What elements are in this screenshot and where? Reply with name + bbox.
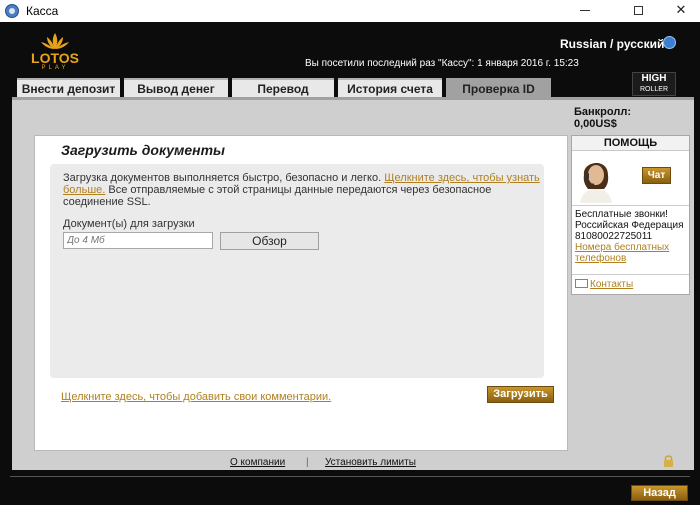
upload-documents-section: Загрузить документы Загрузка документов … xyxy=(34,135,568,451)
help-box: ПОМОЩЬ Чат Бесплатные звонки! Российская… xyxy=(571,135,690,295)
close-button[interactable]: ✕ xyxy=(658,0,700,22)
footer-links: О компании | Установить лимиты xyxy=(12,457,694,469)
bankroll-display: Банкролл: 0,00US$ xyxy=(574,106,631,130)
lotos-logo: LOTOS PLAY xyxy=(30,32,80,72)
contacts-link[interactable]: Контакты xyxy=(575,279,633,290)
close-icon: ✕ xyxy=(675,2,687,17)
add-comment-link[interactable]: Щелкните здесь, чтобы добавить свои комм… xyxy=(61,391,331,403)
help-title: ПОМОЩЬ xyxy=(572,136,689,151)
window-title: Касса xyxy=(26,4,59,18)
footer-separator: | xyxy=(306,457,309,468)
app-icon xyxy=(5,4,19,18)
upload-form: Загрузка документов выполняется быстро, … xyxy=(50,164,554,403)
tab-id-verification[interactable]: Проверка ID xyxy=(446,78,551,99)
free-calls-label: Бесплатные звонки! xyxy=(575,209,668,220)
bottom-divider xyxy=(10,476,690,477)
maximize-icon xyxy=(633,6,643,16)
help-divider xyxy=(572,205,689,206)
tab-deposit[interactable]: Внести депозит xyxy=(17,78,120,98)
tab-account-history[interactable]: История счета xyxy=(338,78,442,98)
minimize-button[interactable] xyxy=(562,0,608,22)
language-selector[interactable]: Russian / русский xyxy=(560,37,664,51)
logo-brand-text: LOTOS xyxy=(31,50,79,66)
envelope-icon xyxy=(575,279,588,288)
phone-number: 81080022725011 xyxy=(575,231,653,242)
cashier-window: Касса ✕ LOTOS PLAY Russian / русский Вы … xyxy=(0,0,700,505)
high-roller-badge: HIGH ROLLER xyxy=(632,72,676,96)
bankroll-label: Банкролл: xyxy=(574,106,631,118)
set-limits-link[interactable]: Установить лимиты xyxy=(325,457,416,468)
upload-button[interactable]: Загрузить xyxy=(487,386,554,403)
globe-icon[interactable] xyxy=(663,36,676,49)
info-text-part1: Загрузка документов выполняется быстро, … xyxy=(63,172,382,184)
minimize-icon xyxy=(580,10,590,12)
back-button[interactable]: Назад xyxy=(631,485,688,501)
upload-label: Документ(ы) для загрузки xyxy=(63,218,195,230)
tab-transfer[interactable]: Перевод xyxy=(232,78,334,98)
chat-button[interactable]: Чат xyxy=(642,167,671,184)
bankroll-value: 0,00US$ xyxy=(574,118,617,130)
contacts-label: Контакты xyxy=(590,279,634,290)
about-link[interactable]: О компании xyxy=(230,457,285,468)
help-divider xyxy=(572,274,689,275)
country-label: Российская Федерация xyxy=(575,220,684,231)
high-roller-line2: ROLLER xyxy=(639,86,668,93)
lock-icon xyxy=(664,455,673,467)
file-path-input[interactable] xyxy=(63,232,213,249)
browse-button[interactable]: Обзор xyxy=(220,232,319,250)
logo-sub-text: PLAY xyxy=(41,65,69,71)
support-agent-icon xyxy=(576,153,616,203)
free-numbers-link[interactable]: Номера бесплатных телефонов xyxy=(575,242,669,264)
panel-top-bar xyxy=(12,97,694,100)
bottom-bar xyxy=(0,470,700,505)
maximize-button[interactable] xyxy=(615,0,661,22)
info-text-part2: Все отправляемые с этой страницы данные … xyxy=(63,184,492,208)
window-titlebar: Касса ✕ xyxy=(0,0,700,22)
lotus-icon xyxy=(41,33,69,49)
last-visit-text: Вы посетили последний раз "Кассу": 1 янв… xyxy=(305,58,579,69)
free-calls-info: Бесплатные звонки! Российская Федерация … xyxy=(575,209,687,264)
high-roller-line1: HIGH xyxy=(641,73,667,84)
main-panel: Загрузить документы Загрузка документов … xyxy=(12,97,694,470)
page-title: Загрузить документы xyxy=(61,142,226,158)
tab-withdraw[interactable]: Вывод денег xyxy=(124,78,228,98)
info-text: Загрузка документов выполняется быстро, … xyxy=(63,172,543,208)
